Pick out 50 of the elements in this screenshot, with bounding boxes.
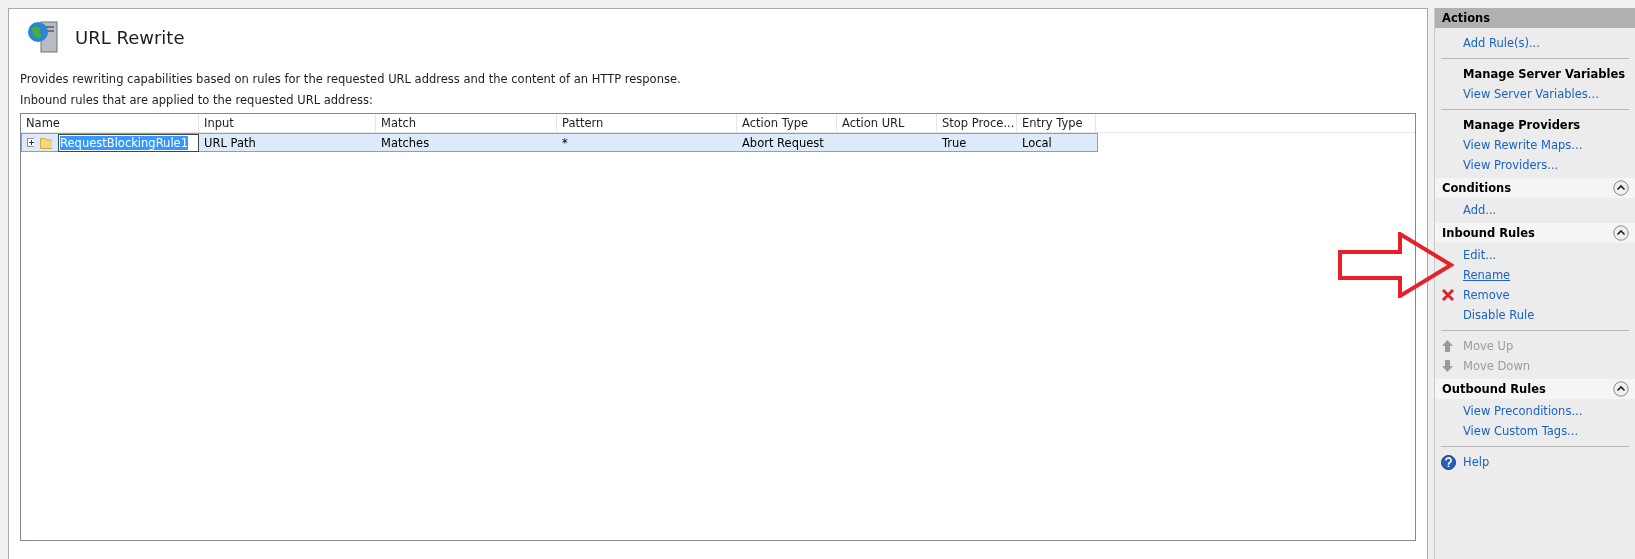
section-heading: Manage Server Variables (1462, 66, 1627, 83)
table-row[interactable]: RequestBlockingRule1 URL Path Matches * Abort Request True Local (21, 133, 1098, 152)
column-header[interactable]: Stop Proce... (937, 114, 1017, 132)
section-heading: Manage Providers (1462, 117, 1582, 134)
pane-title: Actions (1435, 8, 1635, 28)
folder-icon (40, 136, 53, 149)
group-title: Inbound Rules (1442, 226, 1535, 240)
close-icon (1441, 288, 1455, 302)
action-link[interactable]: Add... (1463, 203, 1497, 217)
table-cell: Abort Request (742, 135, 824, 150)
arrow-down-icon (1441, 359, 1454, 373)
table-cell: Local (1022, 135, 1052, 150)
expand-icon[interactable] (27, 138, 35, 147)
page-title: URL Rewrite (75, 26, 185, 48)
group-header[interactable]: Conditions (1435, 178, 1635, 198)
action-link[interactable]: View Preconditions... (1463, 404, 1583, 418)
column-header[interactable]: Entry Type (1017, 114, 1096, 132)
column-header[interactable]: Action Type (737, 114, 837, 132)
collapse-icon[interactable] (1613, 381, 1629, 397)
arrow-up-icon (1441, 339, 1454, 353)
table-cell: URL Path (204, 135, 256, 150)
column-header[interactable]: Name (21, 114, 199, 132)
rename-field[interactable]: RequestBlockingRule1 (58, 133, 199, 152)
collapse-icon[interactable] (1613, 225, 1629, 241)
group-title: Conditions (1442, 181, 1512, 195)
table-cell: True (942, 135, 967, 150)
globe-server-icon (27, 20, 61, 54)
page-description: Provides rewriting capabilities based on rules for the requested URL address and the content of an HTTP response. (20, 72, 682, 86)
group-header[interactable]: Outbound Rules (1435, 379, 1635, 399)
table-cell: Matches (381, 135, 430, 150)
action-link[interactable]: Disable Rule (1463, 308, 1535, 322)
collapse-icon[interactable] (1613, 180, 1629, 196)
table-caption: Inbound rules that are applied to the requested URL address: (20, 93, 374, 107)
group-title: Outbound Rules (1442, 382, 1546, 396)
action-link[interactable]: View Rewrite Maps... (1463, 138, 1583, 152)
action-link[interactable]: View Providers... (1463, 158, 1559, 172)
action-link[interactable]: Edit... (1463, 248, 1497, 262)
action-link[interactable]: Help (1463, 455, 1490, 469)
help-icon (1441, 455, 1456, 470)
action-link[interactable]: View Server Variables... (1463, 87, 1599, 101)
action-link[interactable]: View Custom Tags... (1463, 424, 1579, 438)
action-link[interactable]: Remove (1463, 288, 1510, 302)
action-link[interactable]: Rename (1463, 268, 1511, 282)
action-link[interactable]: Add Rule(s)... (1463, 36, 1540, 50)
group-header[interactable]: Inbound Rules (1435, 223, 1635, 243)
column-header[interactable]: Input (199, 114, 376, 132)
table-cell: * (562, 135, 568, 150)
column-header[interactable]: Action URL (837, 114, 937, 132)
column-header[interactable]: Pattern (557, 114, 737, 132)
column-header[interactable]: Match (376, 114, 557, 132)
